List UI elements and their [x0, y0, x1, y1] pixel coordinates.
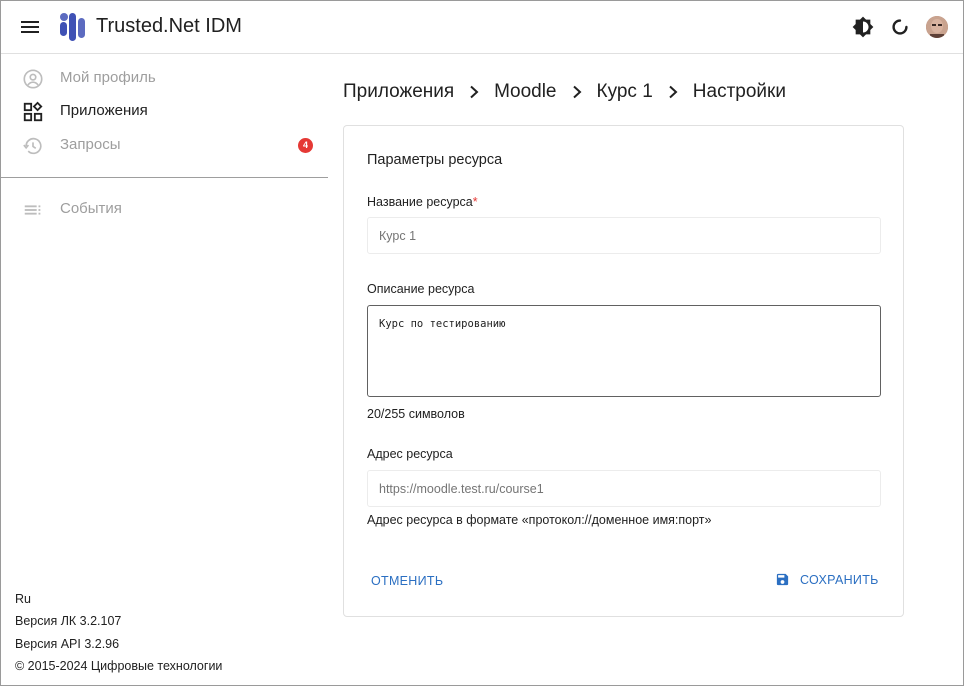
language-switch[interactable]: Ru — [15, 592, 31, 606]
resource-address-label: Адрес ресурса — [367, 447, 453, 461]
avatar[interactable] — [926, 16, 948, 38]
resource-name-input[interactable] — [367, 217, 881, 254]
list-icon — [24, 205, 41, 215]
chevron-right-icon — [572, 85, 581, 99]
cancel-button-label: ОТМЕНИТЬ — [371, 574, 444, 588]
account-circle-icon — [23, 69, 43, 89]
sidebar: Мой профиль Приложения Запросы 4 События — [0, 55, 328, 685]
required-mark: * — [472, 195, 478, 209]
logo-icon — [60, 13, 85, 41]
breadcrumb-item-course[interactable]: Курс 1 — [597, 81, 653, 103]
sidebar-item-label: Запросы — [60, 136, 121, 153]
resource-settings-card: Параметры ресурса Название ресурса* Опис… — [343, 125, 904, 617]
resource-description-textarea[interactable]: Курс по тестированию — [367, 305, 881, 397]
chevron-right-icon — [470, 85, 479, 99]
top-app-bar: Trusted.Net IDM — [0, 0, 964, 54]
resource-address-input[interactable] — [367, 470, 881, 507]
description-char-counter: 20/255 символов — [367, 407, 465, 421]
sidebar-item-label: Мой профиль — [60, 69, 156, 86]
breadcrumb-item-settings: Настройки — [692, 81, 786, 102]
save-button[interactable]: СОХРАНИТЬ — [775, 572, 879, 587]
save-button-label: СОХРАНИТЬ — [800, 572, 879, 587]
sidebar-item-requests[interactable]: Запросы 4 — [0, 129, 328, 161]
menu-icon[interactable] — [16, 13, 44, 41]
resource-name-label: Название ресурса* — [367, 195, 478, 209]
sidebar-item-label: Приложения — [60, 102, 148, 119]
sidebar-item-profile[interactable]: Мой профиль — [0, 62, 328, 94]
save-icon — [776, 573, 789, 586]
sidebar-item-applications[interactable]: Приложения — [0, 95, 328, 127]
history-icon — [23, 137, 42, 155]
requests-count-badge: 4 — [298, 138, 313, 153]
breadcrumb: Приложения Moodle Курс 1 Настройки — [343, 80, 786, 104]
resource-address-hint: Адрес ресурса в формате «протокол://доме… — [367, 513, 712, 527]
chevron-right-icon — [669, 85, 678, 99]
sidebar-item-label: События — [60, 200, 122, 217]
card-title: Параметры ресурса — [367, 152, 503, 168]
theme-toggle-icon[interactable] — [852, 16, 874, 38]
copyright: © 2015-2024 Цифровые технологии — [15, 659, 223, 673]
sidebar-divider — [0, 177, 328, 178]
api-version: Версия API 3.2.96 — [15, 637, 120, 651]
apps-icon — [23, 101, 43, 122]
refresh-icon[interactable] — [889, 16, 911, 38]
breadcrumb-item-moodle[interactable]: Moodle — [494, 81, 556, 103]
sidebar-item-events[interactable]: События — [0, 193, 328, 225]
app-title: Trusted.Net IDM — [96, 15, 242, 37]
resource-description-label: Описание ресурса — [367, 282, 475, 296]
lk-version: Версия ЛК 3.2.107 — [15, 614, 122, 628]
breadcrumb-item-applications[interactable]: Приложения — [343, 81, 454, 103]
cancel-button[interactable]: ОТМЕНИТЬ — [371, 574, 443, 588]
